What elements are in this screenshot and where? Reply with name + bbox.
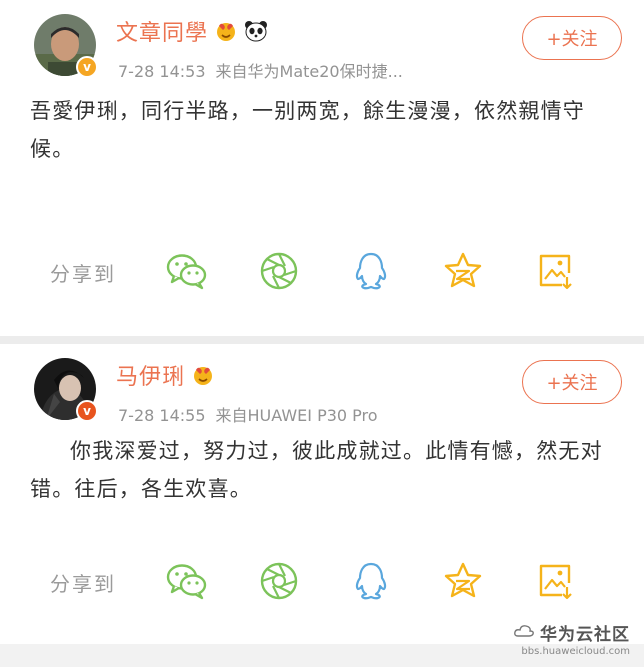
post-source: 来自HUAWEI P30 Pro <box>215 406 378 425</box>
save-image-icon[interactable] <box>534 560 576 602</box>
post-time: 7-28 14:53 <box>118 62 206 81</box>
wechat-icon[interactable] <box>166 250 208 292</box>
qq-icon[interactable] <box>350 250 392 292</box>
weibo-post: v 马伊琍 7-28 14:55 来自HUAWEI P30 Pro +关注 你我深… <box>0 344 644 644</box>
post-meta: 7-28 14:53 来自华为Mate20保时捷... <box>118 58 403 82</box>
qq-icon[interactable] <box>350 560 392 602</box>
heart-face-badge-icon <box>191 364 215 386</box>
huawei-cloud-logo-icon <box>514 623 534 643</box>
weibo-screenshot: v 文章同學 7-28 14:53 来自华为Mate20保时捷... +关注 吾… <box>0 0 644 667</box>
qzone-icon[interactable] <box>442 560 484 602</box>
moments-icon[interactable] <box>258 560 300 602</box>
share-row: 分享到 <box>0 556 644 606</box>
watermark-title: 华为云社区 <box>540 625 630 645</box>
weibo-post: v 文章同學 7-28 14:53 来自华为Mate20保时捷... +关注 吾… <box>0 0 644 336</box>
follow-button[interactable]: +关注 <box>522 16 622 60</box>
name-row: 文章同學 <box>116 16 268 46</box>
heart-face-badge-icon <box>214 20 238 42</box>
username[interactable]: 文章同學 <box>116 15 208 47</box>
share-label: 分享到 <box>50 262 116 286</box>
panda-badge-icon <box>244 20 268 42</box>
wechat-icon[interactable] <box>166 560 208 602</box>
follow-button[interactable]: +关注 <box>522 360 622 404</box>
name-row: 马伊琍 <box>116 360 215 390</box>
post-meta: 7-28 14:55 来自HUAWEI P30 Pro <box>118 402 378 426</box>
watermark-url: bbs.huaweicloud.com <box>521 646 630 657</box>
verified-icon: v <box>76 400 98 422</box>
username[interactable]: 马伊琍 <box>116 359 185 391</box>
verified-icon: v <box>76 56 98 78</box>
watermark: 华为云社区 bbs.huaweicloud.com <box>514 620 630 657</box>
qzone-icon[interactable] <box>442 250 484 292</box>
save-image-icon[interactable] <box>534 250 576 292</box>
post-time: 7-28 14:55 <box>118 406 206 425</box>
post-content: 你我深爱过，努力过，彼此成就过。此情有憾，然无对错。往后，各生欢喜。 <box>30 439 603 501</box>
post-source: 来自华为Mate20保时捷... <box>215 62 403 81</box>
post-content: 吾愛伊琍，同行半路，一别两宽，餘生漫漫，依然親情守候。 <box>30 99 585 161</box>
share-row: 分享到 <box>0 246 644 296</box>
share-label: 分享到 <box>50 572 116 596</box>
post-separator <box>0 336 644 344</box>
moments-icon[interactable] <box>258 250 300 292</box>
